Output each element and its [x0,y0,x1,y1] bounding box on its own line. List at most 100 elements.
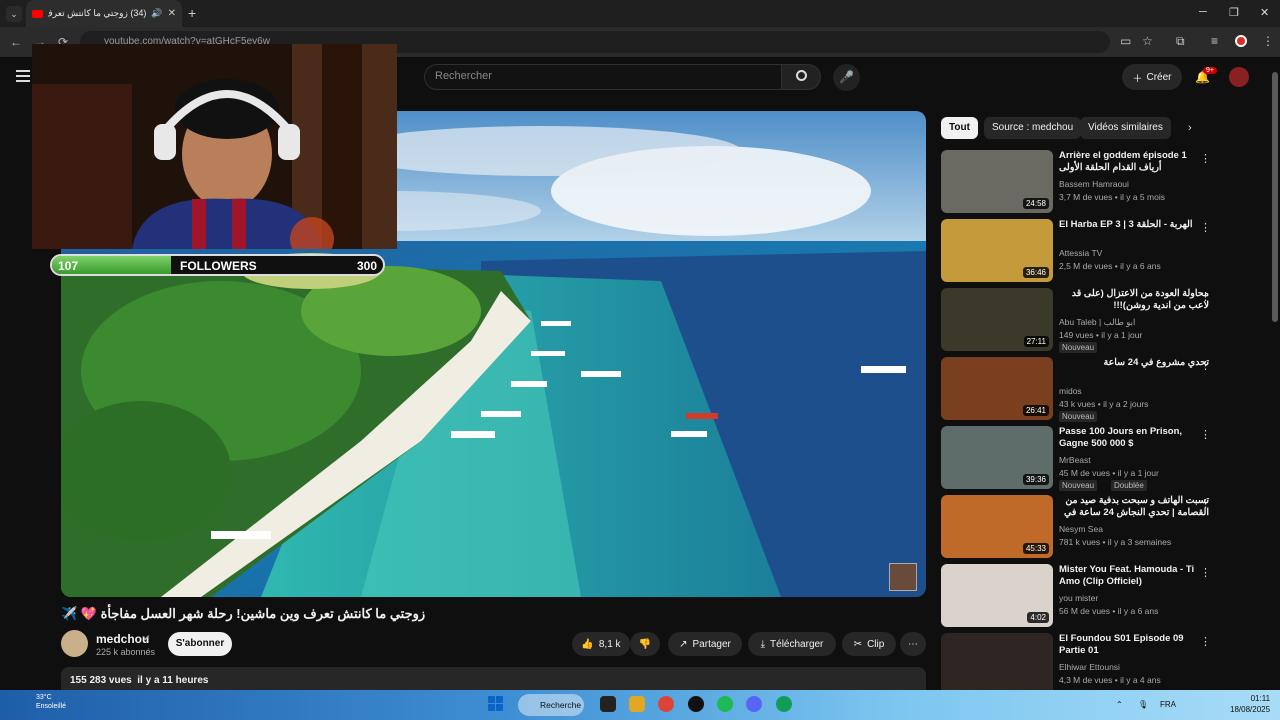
restore-icon[interactable]: ❐ [1229,6,1239,19]
chrome-icon[interactable] [658,696,674,712]
more-options-icon[interactable]: ⋮ [1200,221,1211,234]
browser-profile-icon[interactable] [1235,35,1247,47]
recommendation-channel[interactable]: Elhiwar Ettounsi [1059,662,1120,672]
recommendation-thumbnail[interactable]: 26:41 [941,357,1053,420]
chevron-right-icon[interactable]: › [1188,122,1192,134]
voice-search-icon[interactable]: 🎤 [833,64,860,91]
thumbs-down-icon: 👎 [638,638,652,650]
menu-icon[interactable] [16,70,30,82]
chip-source[interactable]: Source : medchou [984,117,1082,139]
more-options-icon[interactable]: ⋮ [1200,359,1211,372]
task-view-icon[interactable] [600,696,616,712]
download-button[interactable]: ⤓ Télécharger [748,632,836,656]
recommendation-item[interactable]: 24:58 Arrière el goddem épisode 1 أرياف ا… [941,150,1261,214]
recommendation-thumbnail[interactable] [941,633,1053,696]
recommendation-meta: 4,3 M de vues • il y a 4 ans [1059,675,1161,685]
minimize-icon[interactable]: ─ [1199,6,1207,18]
more-options-icon[interactable]: ⋮ [1200,566,1211,579]
scrollbar-thumb[interactable] [1272,72,1278,322]
recommendation-thumbnail[interactable]: 36:46 [941,219,1053,282]
bookmark-star-icon[interactable]: ☆ [1142,34,1153,48]
recommendation-channel[interactable]: you mister [1059,593,1098,603]
recommendation-title[interactable]: El Harba EP 3 | الهربة - الحلقة 3 [1059,219,1209,231]
recommendation-title[interactable]: Mister You Feat. Hamouda - Ti Amo (Clip … [1059,564,1209,588]
chip-related[interactable]: Vidéos similaires [1080,117,1171,139]
scissors-icon: ✂ [853,638,863,650]
recommendation-item[interactable]: 36:46 El Harba EP 3 | الهربة - الحلقة 3 At… [941,219,1261,283]
chip-all[interactable]: Tout [941,117,978,139]
browser-tab-active[interactable]: (34) زوجتي ما كانتش تعرف وين ... 🔊 ✕ [26,0,182,27]
recommendation-item[interactable]: 45:33 تسبت الهاتف و سبحت بدفية صيد من الق… [941,495,1261,559]
more-options-icon[interactable]: ⋮ [1200,635,1211,648]
verified-icon: ✔ [143,633,151,643]
like-button[interactable]: 👍 8,1 k [572,632,630,656]
dislike-button[interactable]: 👎 [630,632,660,656]
recommendation-thumbnail[interactable]: 45:33 [941,495,1053,558]
channel-avatar[interactable] [61,630,88,657]
recommendation-title[interactable]: El Foundou S01 Episode 09 Partie 01 [1059,633,1209,657]
recommendation-item[interactable]: 26:41 تحدي مشروع في 24 ساعة midos 43 k vues… [941,357,1261,422]
recommendation-item[interactable]: 39:36 Passe 100 Jours en Prison, Gagne 50… [941,426,1261,491]
recommendation-title[interactable]: محاولة العودة من الاعتزال (على قد لاعب م… [1059,288,1209,312]
recommendation-thumbnail[interactable]: 27:11 [941,288,1053,351]
channel-watermark[interactable] [889,563,917,591]
taskbar-clock[interactable]: 01:11 18/08/2025 [1230,693,1270,715]
recommendation-channel[interactable]: midos [1059,386,1082,396]
recommendation-title[interactable]: Passe 100 Jours en Prison, Gagne 500 000… [1059,426,1209,450]
back-icon[interactable]: ← [10,35,22,49]
file-explorer-icon[interactable] [629,696,645,712]
more-actions-button[interactable]: ⋯ [900,632,926,656]
chrome-profile-icon[interactable] [776,696,792,712]
recommendation-channel[interactable]: Bassem Hamraoui [1059,179,1129,189]
create-button[interactable]: ＋ Créer [1122,64,1182,90]
recommendation-channel[interactable]: Attessia TV [1059,248,1102,258]
windows-start-icon[interactable] [488,696,503,711]
recommendation-title[interactable]: Arrière el goddem épisode 1 أرياف القدام… [1059,150,1209,174]
recommendation-channel[interactable]: MrBeast [1059,455,1091,465]
followers-current: 107 [58,259,79,273]
share-button[interactable]: ↗ Partager [668,632,742,656]
recommendation-thumbnail[interactable]: 24:58 [941,150,1053,213]
weather-widget[interactable]: 33°C Ensoleillé [36,693,66,711]
recommendation-item[interactable]: 4:02 Mister You Feat. Hamouda - Ti Amo (C… [941,564,1261,628]
spotify-icon[interactable] [717,696,733,712]
recommendation-channel[interactable]: Abu Taleb | ابو طالب [1059,317,1135,328]
cast-icon[interactable]: ▭ [1120,34,1131,48]
tab-search-button[interactable]: ⌄ [6,6,22,22]
recommendation-item[interactable]: 27:11 محاولة العودة من الاعتزال (على قد ل… [941,288,1261,353]
recommendation-title[interactable]: تسبت الهاتف و سبحت بدفية صيد من القصامة … [1059,495,1209,519]
media-controls-icon[interactable]: ≡ [1211,34,1218,48]
search-placeholder: Rechercher [435,70,492,82]
recommendation-title[interactable]: تحدي مشروع في 24 ساعة [1059,357,1209,369]
new-badge: Nouveau [1059,342,1098,353]
more-options-icon[interactable]: ⋮ [1200,152,1211,165]
notification-badge: 9+ [1203,67,1217,74]
discord-chrome-icon[interactable] [746,696,762,712]
speaker-icon[interactable]: 🔊 [151,8,162,19]
taskbar-search[interactable]: Recherche [518,694,584,716]
recommendation-thumbnail[interactable]: 39:36 [941,426,1053,489]
subscribe-button[interactable]: S'abonner [168,632,232,656]
recommendation-thumbnail[interactable]: 4:02 [941,564,1053,627]
microphone-icon[interactable]: 🎙 [1138,700,1148,709]
tab-close-icon[interactable]: ✕ [168,8,176,19]
tray-chevron-icon[interactable]: ⌃ [1116,700,1123,709]
channel-name[interactable]: medchou [96,632,149,646]
browser-menu-icon[interactable]: ⋮ [1262,34,1274,48]
recommendation-channel[interactable]: Nesym Sea [1059,524,1103,534]
extensions-icon[interactable]: ⧉ [1176,34,1185,49]
clip-button[interactable]: ✂ Clip [842,632,896,656]
thumbs-up-icon: 👍 [581,638,594,650]
more-options-icon[interactable]: ⋮ [1200,497,1211,510]
subscriber-count: 225 k abonnés [96,647,156,657]
dubbed-badge: Doublée [1111,480,1147,491]
recommendation-meta: 781 k vues • il y a 3 semaines [1059,537,1172,547]
new-tab-button[interactable]: + [188,5,196,21]
obs-icon[interactable] [688,696,704,712]
close-window-icon[interactable]: ✕ [1260,6,1269,19]
account-avatar[interactable] [1229,67,1249,87]
recommendation-item[interactable]: El Foundou S01 Episode 09 Partie 01 Elhiw… [941,633,1261,697]
language-indicator[interactable]: FRA [1160,700,1176,709]
more-options-icon[interactable]: ⋮ [1200,428,1211,441]
more-options-icon[interactable]: ⋮ [1200,290,1211,303]
